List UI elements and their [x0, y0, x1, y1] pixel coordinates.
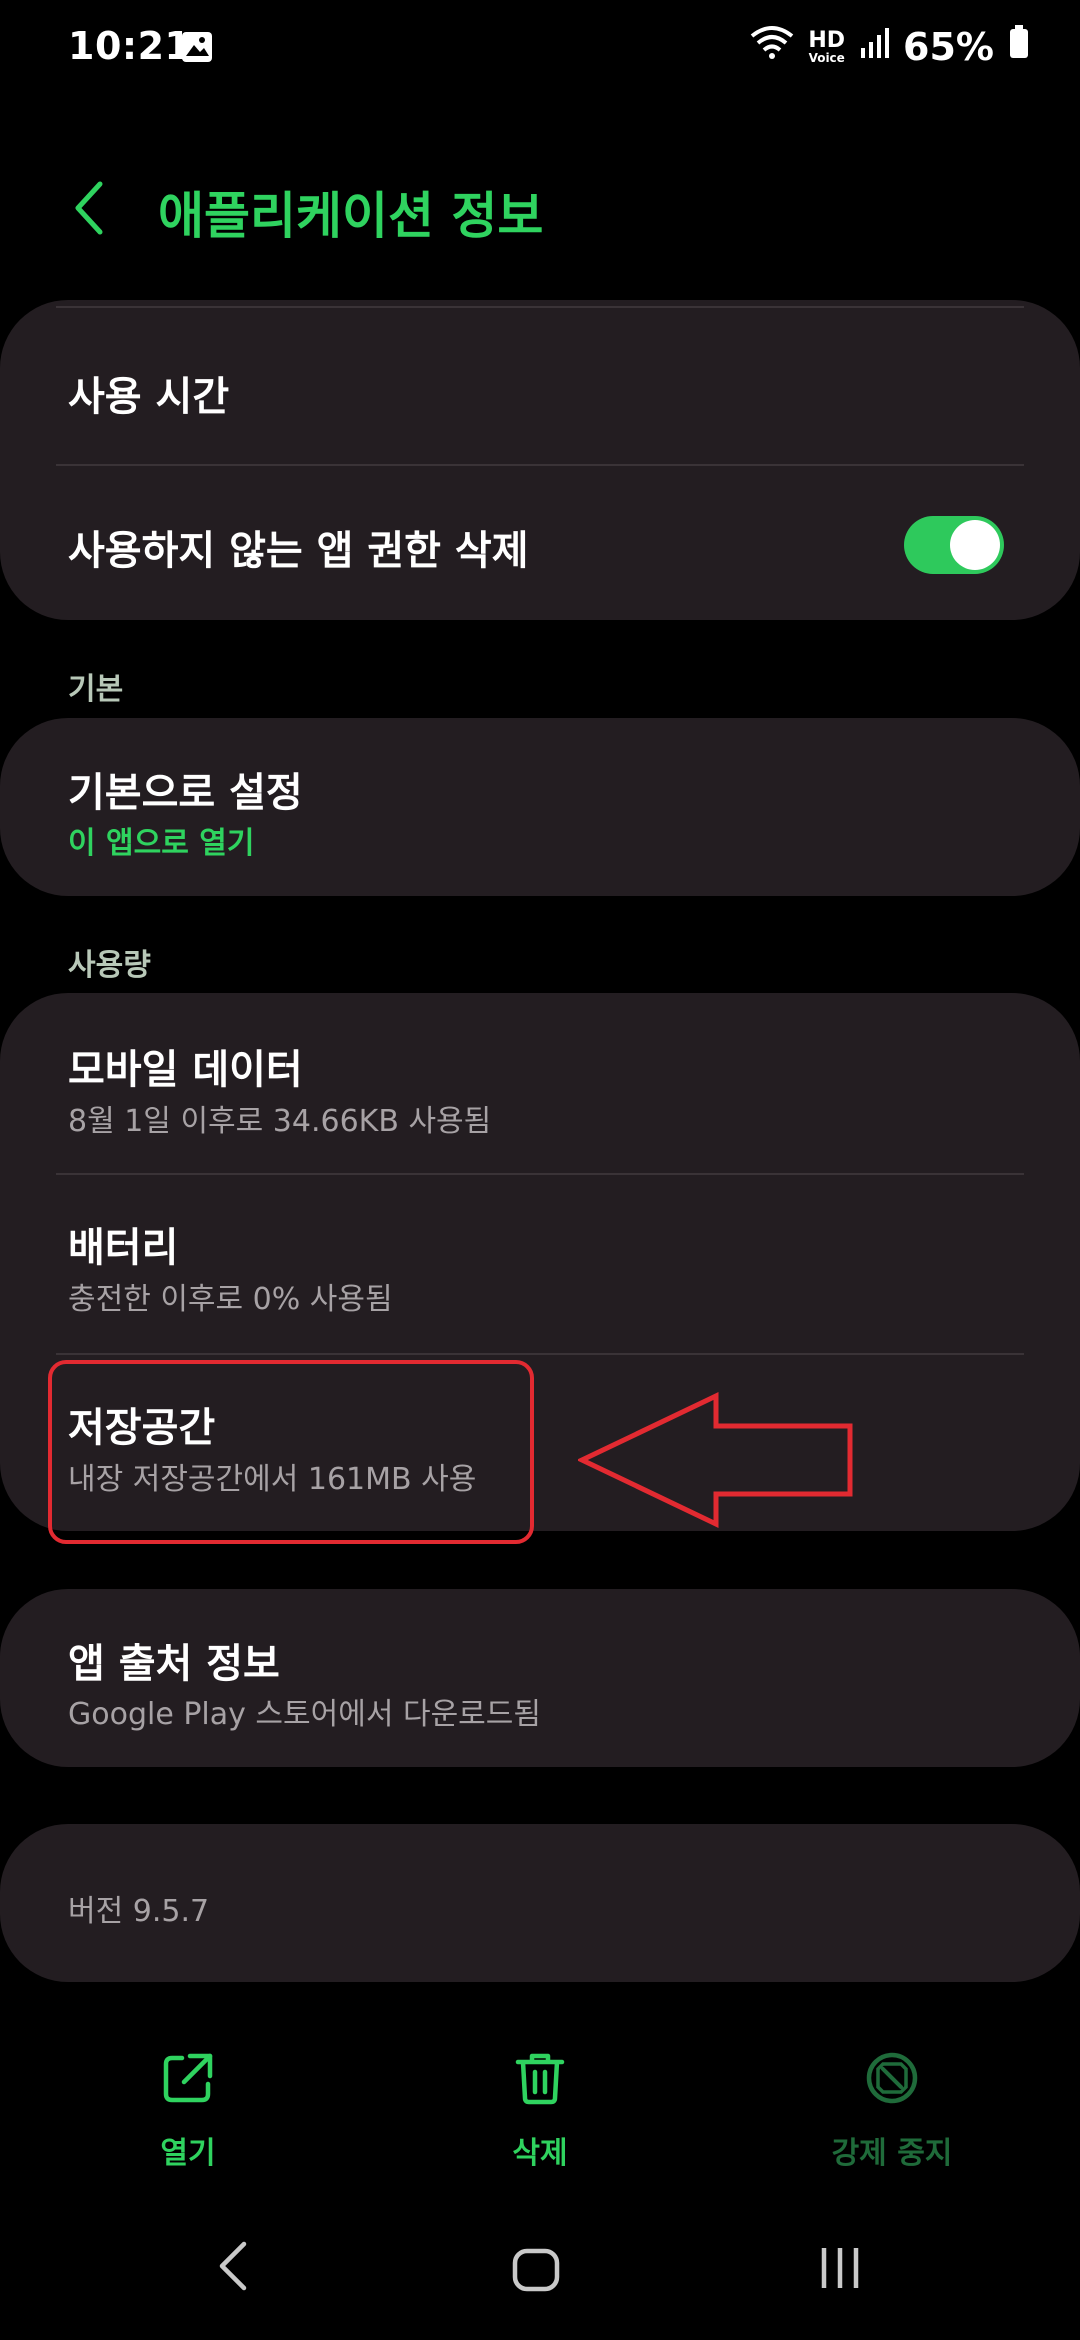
app-source-title: 앱 출처 정보 [68, 1641, 280, 1687]
delete-button[interactable]: 삭제 [420, 2050, 660, 2172]
section-label-usage: 사용량 [68, 948, 151, 983]
nav-home-icon [512, 2248, 560, 2292]
page-title: 애플리케이션 정보 [158, 187, 544, 245]
mobile-data-subtitle: 8월 1일 이후로 34.66KB 사용됨 [68, 1104, 492, 1139]
chevron-left-icon [75, 181, 103, 235]
hd-voice-icon: HD Voice [808, 27, 846, 65]
usage-time-label: 사용 시간 [68, 374, 230, 420]
signal-icon [859, 25, 890, 69]
battery-icon [1008, 24, 1030, 69]
annotation-highlight-box [48, 1360, 534, 1544]
wifi-icon [750, 24, 794, 69]
open-label: 열기 [160, 2136, 216, 2171]
app-source-row[interactable]: 앱 출처 정보 Google Play 스토어에서 다운로드됨 [0, 1589, 1080, 1767]
annotation-arrow-icon [576, 1392, 858, 1536]
set-as-default-subtitle: 이 앱으로 열기 [68, 826, 255, 861]
remove-permissions-toggle[interactable] [904, 516, 1004, 574]
set-as-default-row[interactable]: 기본으로 설정 이 앱으로 열기 [0, 718, 1080, 896]
battery-title: 배터리 [68, 1225, 179, 1271]
force-stop-label: 강제 중지 [831, 2136, 953, 2171]
nav-back-button[interactable] [218, 2240, 248, 2296]
toggle-knob [950, 520, 1000, 570]
version-card: 버전 9.5.7 [0, 1824, 1080, 1982]
nav-recents-icon [821, 2248, 859, 2288]
gallery-notification-icon [180, 30, 214, 68]
usage-time-row[interactable]: 사용 시간 [0, 306, 1080, 464]
delete-label: 삭제 [512, 2136, 568, 2171]
force-stop-button[interactable]: 강제 중지 [772, 2050, 1012, 2172]
battery-percent: 65% [903, 24, 994, 69]
remove-permissions-label: 사용하지 않는 앱 권한 삭제 [68, 528, 529, 574]
battery-row[interactable]: 배터리 충전한 이후로 0% 사용됨 [0, 1175, 1080, 1353]
set-as-default-title: 기본으로 설정 [68, 770, 303, 816]
version-text: 버전 9.5.7 [68, 1894, 210, 1929]
hd-label: HD [808, 27, 846, 53]
top-settings-card: 사용 시간 사용하지 않는 앱 권한 삭제 [0, 300, 1080, 620]
nav-home-button[interactable] [512, 2248, 560, 2296]
force-stop-icon [866, 2052, 918, 2104]
battery-subtitle: 충전한 이후로 0% 사용됨 [68, 1282, 393, 1317]
section-label-default: 기본 [68, 672, 124, 707]
nav-back-icon [219, 2241, 247, 2291]
voice-label: Voice [808, 50, 845, 65]
open-external-icon [163, 2053, 213, 2103]
mobile-data-row[interactable]: 모바일 데이터 8월 1일 이후로 34.66KB 사용됨 [0, 993, 1080, 1173]
back-button[interactable] [64, 178, 116, 238]
open-button[interactable]: 열기 [68, 2050, 308, 2172]
status-icons: HD Voice 65% [750, 24, 1030, 69]
app-source-subtitle: Google Play 스토어에서 다운로드됨 [68, 1697, 541, 1732]
trash-icon [515, 2053, 565, 2105]
status-time: 10:21 [68, 24, 192, 68]
nav-recents-button[interactable] [818, 2246, 862, 2294]
mobile-data-title: 모바일 데이터 [68, 1047, 303, 1093]
